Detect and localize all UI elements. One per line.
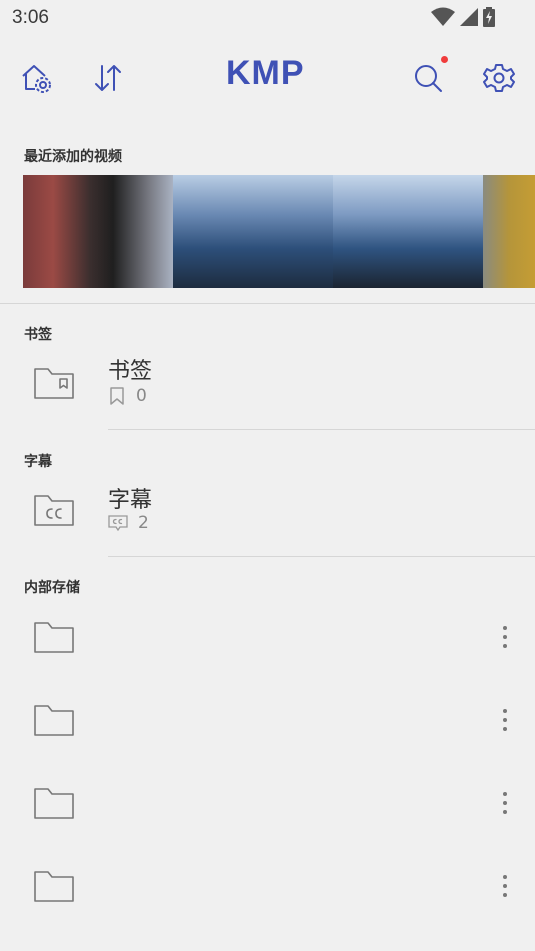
video-thumbnail[interactable]	[173, 175, 333, 288]
settings-button[interactable]	[479, 58, 519, 98]
search-icon	[415, 65, 442, 92]
video-thumbnail[interactable]	[333, 175, 483, 288]
status-bar: 3:06	[0, 0, 535, 36]
home-settings-icon	[22, 65, 51, 93]
more-dot-icon	[503, 875, 507, 879]
more-options-button[interactable]	[496, 789, 514, 817]
more-dot-icon	[503, 792, 507, 796]
subtitles-label: 字幕	[108, 488, 153, 513]
subtitles-count-value: 2	[138, 513, 149, 533]
bookmarks-row[interactable]: 书签 0	[0, 345, 535, 429]
home-settings-button[interactable]	[16, 58, 56, 98]
app-logo: KMP	[226, 54, 305, 92]
sort-button[interactable]	[88, 58, 128, 98]
more-options-button[interactable]	[496, 623, 514, 651]
folder-icon	[34, 705, 74, 736]
wifi-icon	[431, 7, 455, 26]
cc-icon	[108, 515, 128, 531]
section-divider	[0, 303, 535, 304]
more-dot-icon	[503, 810, 507, 814]
video-thumbnail[interactable]	[23, 175, 173, 288]
app-toolbar: KMP	[0, 50, 535, 106]
storage-folder-row[interactable]	[0, 603, 535, 671]
recent-videos-strip[interactable]	[23, 175, 535, 288]
more-dot-icon	[503, 727, 507, 731]
more-dot-icon	[503, 644, 507, 648]
more-dot-icon	[503, 635, 507, 639]
more-dot-icon	[503, 801, 507, 805]
video-thumbnail[interactable]	[483, 175, 535, 288]
more-options-button[interactable]	[496, 706, 514, 734]
search-button[interactable]	[408, 58, 448, 98]
settings-icon	[483, 64, 515, 92]
row-divider	[108, 429, 535, 430]
battery-icon	[483, 7, 495, 27]
more-dot-icon	[503, 709, 507, 713]
bookmarks-count: 0	[108, 386, 147, 406]
status-icons	[431, 6, 495, 28]
notification-dot	[441, 56, 448, 63]
more-dot-icon	[503, 626, 507, 630]
bookmarks-section-title: 书签	[24, 327, 52, 343]
more-dot-icon	[503, 718, 507, 722]
bookmark-folder-icon	[34, 368, 74, 399]
more-dot-icon	[503, 884, 507, 888]
more-options-button[interactable]	[496, 872, 514, 900]
bookmarks-count-value: 0	[136, 386, 147, 406]
status-time: 3:06	[12, 7, 49, 28]
folder-icon	[34, 622, 74, 653]
subtitles-count: 2	[108, 513, 149, 533]
bookmarks-label: 书签	[108, 359, 153, 384]
signal-icon	[460, 8, 478, 26]
recent-videos-title: 最近添加的视频	[24, 149, 122, 165]
storage-folder-row[interactable]	[0, 686, 535, 754]
internal-storage-section-title: 内部存储	[24, 580, 80, 596]
more-dot-icon	[503, 893, 507, 897]
row-divider	[108, 556, 535, 557]
storage-folder-row[interactable]	[0, 769, 535, 837]
folder-icon	[34, 788, 74, 819]
subtitles-row[interactable]: 字幕 2	[0, 472, 535, 556]
bookmark-icon	[110, 387, 124, 405]
folder-icon	[34, 871, 74, 902]
subtitles-section-title: 字幕	[24, 454, 52, 470]
storage-folder-row[interactable]	[0, 852, 535, 920]
subtitle-folder-icon	[34, 495, 74, 526]
sort-icon	[95, 65, 121, 91]
